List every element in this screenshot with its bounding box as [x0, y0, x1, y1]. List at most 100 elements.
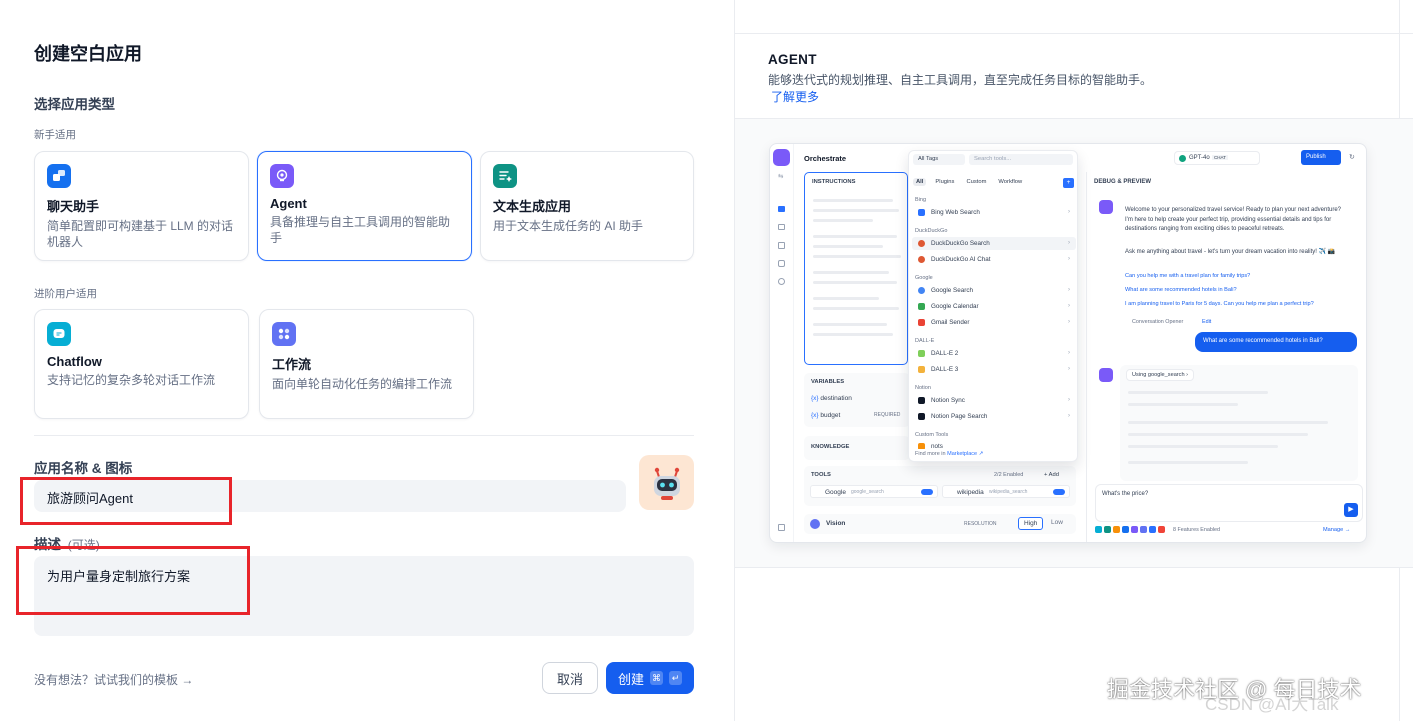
tab-all[interactable]: All — [913, 178, 927, 186]
robot-icon — [653, 467, 680, 500]
user-message: What are some recommended hotels in Bali… — [1195, 332, 1357, 352]
tool-item[interactable]: nots — [912, 440, 1076, 449]
card-title: 文本生成应用 — [493, 199, 572, 214]
api-nav-icon — [778, 224, 785, 230]
cancel-button[interactable]: 取消 — [542, 662, 598, 694]
knowledge-section: KNOWLEDGE — [804, 436, 910, 460]
all-tags-select[interactable]: All Tags — [913, 154, 965, 165]
variables-label: VARIABLES — [811, 379, 845, 385]
openai-icon — [1179, 155, 1186, 162]
app-icon-picker[interactable] — [639, 455, 694, 510]
preview-description: 能够迭代式的规划推理、自主工具调用，直至完成任务目标的智能助手。 — [768, 73, 1153, 87]
vision-icon — [810, 519, 820, 529]
card-desc: 具备推理与自主工具调用的智能助手 — [270, 215, 451, 245]
vision-section: Vision RESOLUTION High Low — [804, 514, 1076, 534]
chat-input[interactable]: What's the price? ▶ — [1095, 484, 1363, 522]
text-generator-icon — [493, 164, 517, 188]
card-text-generator[interactable]: 文本生成应用 用于文本生成任务的 AI 助手 — [480, 151, 694, 261]
add-tool-button[interactable]: + Add — [1044, 472, 1059, 478]
command-key-icon: ⌘ — [650, 671, 663, 685]
tool-item[interactable]: Google Calendar › — [912, 300, 1076, 313]
toggle-icon — [1053, 489, 1065, 495]
create-label: 创建 — [617, 671, 644, 687]
grid-line — [735, 33, 1413, 34]
group-label: Notion — [915, 385, 931, 391]
tab-plugins[interactable]: Plugins — [932, 178, 957, 186]
tool-item[interactable]: Gmail Sender › — [912, 316, 1076, 329]
card-title: 工作流 — [272, 357, 312, 372]
tool-item[interactable]: Notion Page Search › — [912, 410, 1076, 423]
tool-item[interactable]: Google Search › — [912, 284, 1076, 297]
opener-label: Conversation Opener — [1132, 319, 1184, 325]
advanced-label: 进阶用户适用 — [34, 288, 97, 300]
template-link[interactable]: 没有想法？试试我们的模板 → — [34, 671, 193, 688]
agent-preview-image: ⇆ Orchestrate INSTRUCTIONS VARIABLES {x}… — [769, 143, 1367, 543]
logs-nav-icon — [778, 242, 785, 249]
card-desc: 简单配置即可构建基于 LLM 的对话机器人 — [47, 219, 234, 249]
high-button[interactable]: High — [1018, 517, 1044, 530]
tool-dropdown: All Tags Search tools... All Plugins Cus… — [908, 150, 1078, 462]
tool-item[interactable]: DuckDuckGo Search › — [912, 237, 1076, 250]
instructions-box: INSTRUCTIONS — [804, 172, 908, 365]
left-rail: ⇆ — [770, 144, 794, 542]
card-title: Agent — [270, 196, 307, 211]
tool-item[interactable]: Notion Sync › — [912, 394, 1076, 407]
tools-label: TOOLS — [811, 472, 831, 478]
card-chatflow[interactable]: Chatflow 支持记忆的复杂多轮对话工作流 — [34, 309, 249, 419]
model-select[interactable]: GPT-4o CHAT — [1174, 151, 1260, 165]
group-label: DALL-E — [915, 338, 935, 344]
plus-icon[interactable]: + — [1063, 178, 1074, 188]
chat-bot-icon — [47, 164, 71, 188]
app-type-title: 选择应用类型 — [34, 97, 115, 112]
feature-icons — [1095, 526, 1165, 533]
required-tag: REQUIRED — [874, 412, 901, 418]
create-button[interactable]: 创建 ⌘ ↵ — [606, 662, 694, 694]
send-icon[interactable]: ▶ — [1344, 503, 1358, 517]
edit-link[interactable]: Edit — [1202, 319, 1211, 325]
bot-response: Using google_search › — [1120, 365, 1358, 481]
swap-icon: ⇆ — [778, 173, 784, 180]
low-button[interactable]: Low — [1051, 519, 1063, 526]
history-icon[interactable]: ↻ — [1349, 153, 1355, 161]
learn-more-link[interactable]: 了解更多 — [771, 88, 819, 105]
search-tools-input[interactable]: Search tools... — [969, 154, 1073, 165]
grid-line — [735, 567, 1413, 568]
workflow-icon — [272, 322, 296, 346]
orchestrate-title: Orchestrate — [804, 154, 847, 163]
tool-item[interactable]: DuckDuckGo AI Chat › — [912, 253, 1076, 266]
suggestion[interactable]: I am planning travel to Paris for 5 days… — [1125, 301, 1314, 307]
filter-tabs: All Plugins Custom Workflow — [913, 178, 1025, 186]
annotation-nav-icon — [778, 260, 785, 267]
chat-input-text: What's the price? — [1102, 491, 1149, 497]
card-title: Chatflow — [47, 354, 102, 369]
group-label: Bing — [915, 197, 927, 203]
tab-workflow[interactable]: Workflow — [995, 178, 1025, 186]
tab-custom[interactable]: Custom — [963, 178, 989, 186]
var-row: {x} budget — [811, 412, 841, 419]
var-row: {x} destination — [811, 395, 852, 402]
card-agent[interactable]: Agent 具备推理与自主工具调用的智能助手 — [257, 151, 472, 261]
tool-item[interactable]: DALL-E 2 › — [912, 347, 1076, 360]
tools-enabled: 2/2 Enabled — [994, 472, 1024, 478]
tool-usage: Using google_search › — [1126, 369, 1194, 381]
app-logo-icon — [773, 149, 790, 166]
find-more-link[interactable]: Find more in Marketplace ↗ — [915, 451, 983, 457]
card-chat-assistant[interactable]: 聊天助手 简单配置即可构建基于 LLM 的对话机器人 — [34, 151, 249, 261]
manage-link[interactable]: Manage → — [1323, 527, 1350, 533]
publish-button[interactable]: Publish — [1301, 150, 1341, 165]
knowledge-label: KNOWLEDGE — [811, 444, 850, 450]
ask-message: Ask me anything about travel - let's tur… — [1125, 249, 1336, 255]
create-app-dialog: 创建空白应用 选择应用类型 新手适用 聊天助手 简单配置即可构建基于 LLM 的… — [0, 0, 1413, 721]
card-desc: 面向单轮自动化任务的编排工作流 — [272, 377, 453, 391]
card-workflow[interactable]: 工作流 面向单轮自动化任务的编排工作流 — [259, 309, 474, 419]
form-panel: 创建空白应用 选择应用类型 新手适用 聊天助手 简单配置即可构建基于 LLM 的… — [0, 0, 734, 721]
tool-item[interactable]: DALL-E 3 › — [912, 363, 1076, 376]
card-desc: 支持记忆的复杂多轮对话工作流 — [47, 373, 216, 387]
suggestion[interactable]: Can you help me with a travel plan for f… — [1125, 273, 1250, 279]
card-desc: 用于文本生成任务的 AI 助手 — [493, 219, 644, 233]
debug-panel: DEBUG & PREVIEW Welcome to your personal… — [1086, 172, 1366, 542]
agent-icon — [270, 164, 294, 188]
tool-item[interactable]: Bing Web Search › — [912, 206, 1076, 219]
suggestion[interactable]: What are some recommended hotels in Bali… — [1125, 287, 1237, 293]
tool-card: wikipedia wikipedia_search — [942, 485, 1070, 498]
